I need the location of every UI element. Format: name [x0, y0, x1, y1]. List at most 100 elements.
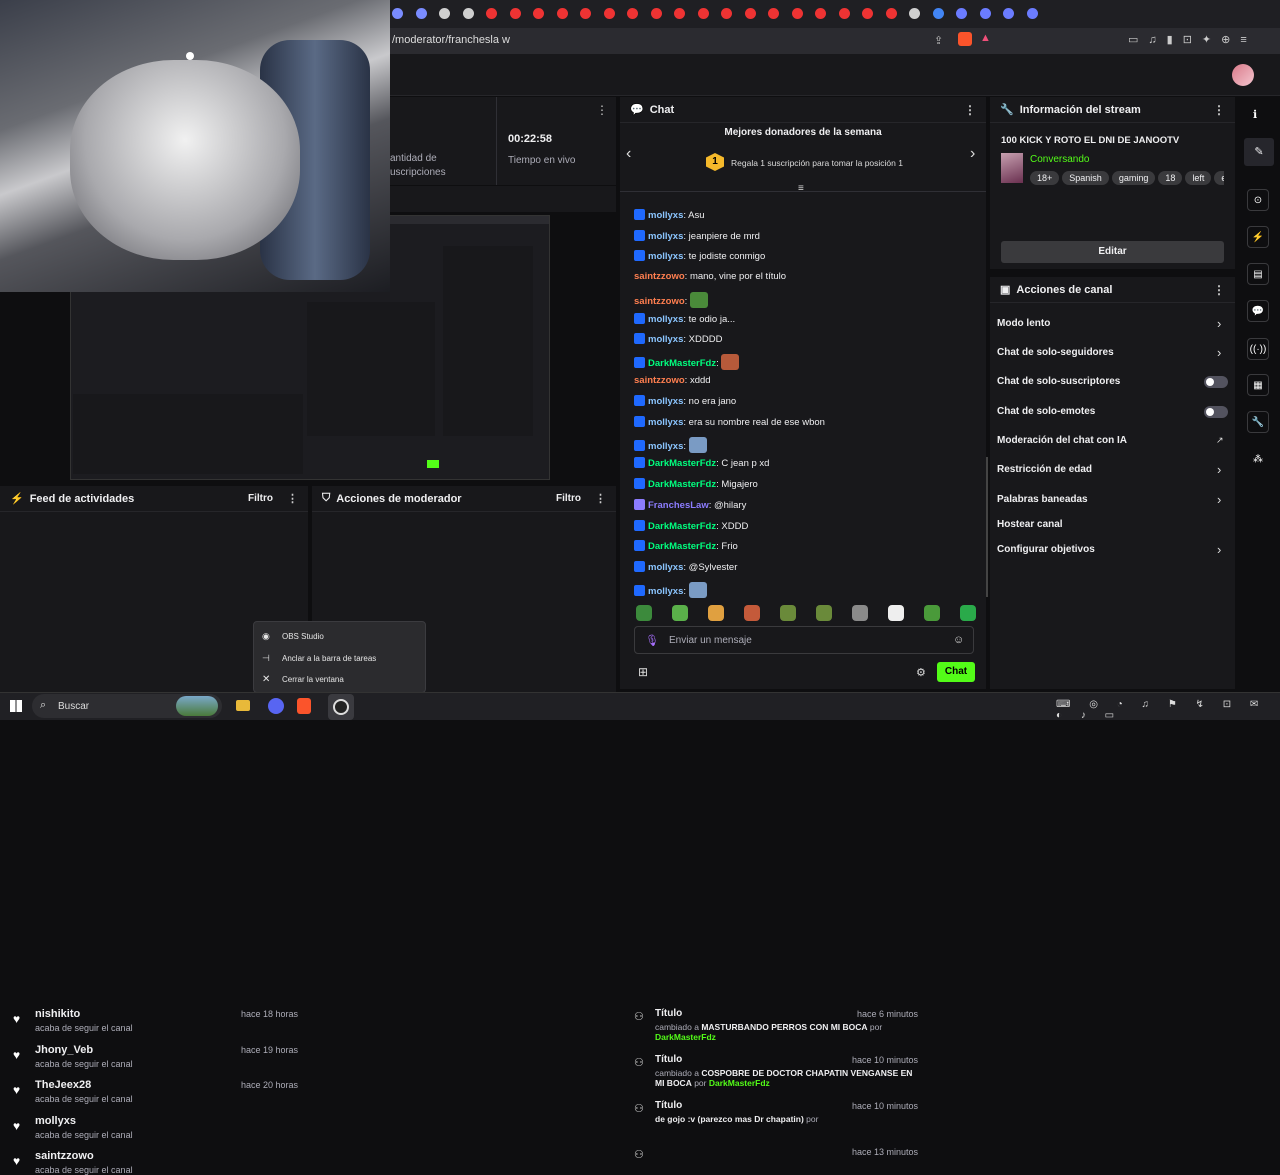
emote-shortcut[interactable] — [960, 605, 976, 621]
stats-menu-icon[interactable]: ⋮ — [596, 103, 608, 117]
channel-action-label[interactable]: Hostear canal — [997, 519, 1063, 530]
mod-action-user[interactable]: DarkMasterFdz — [655, 1032, 716, 1042]
channel-action-label[interactable]: Chat de solo-suscriptores — [997, 376, 1120, 387]
activity-filter-button[interactable]: Filtro — [248, 493, 273, 504]
emote-shortcut[interactable] — [672, 605, 688, 621]
emote-image[interactable] — [721, 353, 740, 370]
tab-favicon[interactable] — [486, 8, 497, 19]
channel-action-label[interactable]: Moderación del chat con IA — [997, 435, 1127, 446]
ctx-obs-studio[interactable]: OBS Studio — [282, 632, 324, 641]
emote-shortcut[interactable] — [744, 605, 760, 621]
emote-shortcut[interactable] — [816, 605, 832, 621]
brave-shield-icon[interactable] — [958, 32, 972, 46]
tag[interactable]: Spanish — [1062, 171, 1109, 185]
chevron-right-icon[interactable]: › — [1217, 492, 1221, 507]
chat-username[interactable]: DarkMasterFdz — [648, 458, 716, 469]
wrench-icon[interactable]: 🔧 — [1247, 411, 1269, 433]
system-tray-icons[interactable]: ⌨ ◎ ◔ ♫ ⚑ ↯ ⊡ ✉ ◐ ♪ ▭ — [1056, 699, 1280, 721]
chat-input-placeholder[interactable]: Enviar un mensaje — [669, 635, 752, 646]
chat-scrollbar[interactable] — [986, 457, 988, 597]
ctx-pin-taskbar[interactable]: Anclar a la barra de tareas — [282, 654, 376, 663]
activity-menu-icon[interactable]: ⋮ — [287, 492, 298, 505]
channel-action-label[interactable]: Modo lento — [997, 318, 1050, 329]
mod-filter-button[interactable]: Filtro — [556, 493, 581, 504]
tag[interactable]: espa — [1214, 171, 1224, 185]
toggle-switch[interactable] — [1204, 406, 1228, 418]
ctx-close-window[interactable]: Cerrar la ventana — [282, 675, 344, 684]
tab-favicon[interactable] — [838, 8, 850, 19]
stream-category[interactable]: Conversando — [1030, 154, 1089, 165]
mic-icon[interactable]: 🎙 — [645, 634, 659, 647]
emote-shortcut[interactable] — [924, 605, 940, 621]
chat-username[interactable]: DarkMasterFdz — [648, 541, 716, 552]
tab-favicon[interactable] — [1026, 8, 1038, 19]
chat-username[interactable]: mollyxs — [648, 314, 683, 325]
tab-favicon[interactable] — [744, 8, 756, 19]
stream-info-menu-icon[interactable]: ⋮ — [1213, 103, 1225, 117]
brave-icon[interactable] — [297, 698, 311, 714]
feed-user[interactable]: nishikito — [35, 1008, 80, 1020]
feed-user[interactable]: mollyxs — [35, 1115, 76, 1127]
channel-action-label[interactable]: Palabras baneadas — [997, 494, 1088, 505]
chat-username[interactable]: mollyxs — [648, 251, 683, 262]
taskbar-search[interactable]: ⌕ Buscar — [32, 694, 222, 718]
chevron-right-icon[interactable]: › — [1217, 345, 1221, 360]
emote-image[interactable] — [688, 581, 707, 598]
chat-username[interactable]: DarkMasterFdz — [648, 358, 716, 369]
tab-favicon[interactable] — [885, 8, 897, 19]
tab-favicon[interactable] — [979, 8, 991, 19]
channel-action-label[interactable]: Restricción de edad — [997, 464, 1092, 475]
emote-shortcut[interactable] — [780, 605, 796, 621]
pencil-icon[interactable]: ✎ — [1244, 138, 1274, 166]
donors-prev-button[interactable]: ‹ — [626, 145, 631, 163]
tab-favicon[interactable] — [580, 8, 591, 19]
tab-favicon[interactable] — [862, 8, 873, 19]
tag[interactable]: 18+ — [1030, 171, 1060, 185]
chat-username[interactable]: mollyxs — [648, 586, 683, 597]
rewards-icon[interactable]: ▲ — [980, 32, 991, 44]
channel-action-label[interactable]: Configurar objetivos — [997, 544, 1095, 555]
channel-action-label[interactable]: Chat de solo-emotes — [997, 406, 1095, 417]
chat-menu-icon[interactable]: ⋮ — [964, 103, 976, 117]
tab-favicon[interactable] — [439, 8, 450, 19]
emote-shortcut[interactable] — [852, 605, 868, 621]
tab-favicon[interactable] — [909, 8, 920, 19]
file-explorer-icon[interactable] — [236, 700, 250, 711]
chat-username[interactable]: mollyxs — [648, 562, 683, 573]
emote-shortcut[interactable] — [636, 605, 652, 621]
avatar[interactable] — [1232, 64, 1254, 86]
mod-action-user[interactable]: DarkMasterFdz — [709, 1078, 770, 1088]
tab-favicon[interactable] — [392, 8, 403, 19]
donors-next-button[interactable]: › — [970, 145, 975, 163]
tab-favicon[interactable] — [815, 8, 826, 19]
chat-username[interactable]: FranchesLaw — [648, 500, 709, 511]
tab-favicon[interactable] — [697, 8, 709, 19]
chat-username[interactable]: saintzzowo — [634, 375, 685, 386]
chat-username[interactable]: mollyxs — [648, 334, 683, 345]
chat-username[interactable]: saintzzowo — [634, 296, 685, 307]
emote-image[interactable] — [689, 291, 708, 308]
tab-favicon[interactable] — [415, 8, 427, 19]
obs-taskbar-button[interactable] — [328, 694, 354, 720]
chat-input[interactable]: 🎙 Enviar un mensaje ☺ — [634, 626, 974, 654]
taskbar-search-label[interactable]: Buscar — [58, 701, 89, 712]
toggle-switch[interactable] — [1204, 376, 1228, 388]
tab-favicon[interactable] — [627, 8, 638, 19]
chevron-right-icon[interactable]: › — [1217, 316, 1221, 331]
feed-user[interactable]: Jhony_Veb — [35, 1044, 93, 1056]
tab-favicon[interactable] — [462, 8, 474, 19]
tab-favicon[interactable] — [509, 8, 521, 19]
gift-icon[interactable]: ⊞ — [638, 665, 648, 679]
emote-shortcut[interactable] — [888, 605, 904, 621]
channel-action-label[interactable]: Chat de solo-seguidores — [997, 347, 1114, 358]
chevron-right-icon[interactable]: › — [1217, 462, 1221, 477]
tab-favicon[interactable] — [791, 8, 803, 19]
chat-username[interactable]: mollyxs — [648, 396, 683, 407]
feed-user[interactable]: TheJeex28 — [35, 1079, 91, 1091]
chat-send-button[interactable]: Chat — [937, 662, 975, 682]
share-icon[interactable]: ⇪ — [934, 34, 943, 47]
tab-favicon[interactable] — [956, 8, 967, 19]
chat-username[interactable]: DarkMasterFdz — [648, 479, 716, 490]
emote-image[interactable] — [688, 436, 707, 453]
tag[interactable]: 18 — [1158, 171, 1183, 185]
